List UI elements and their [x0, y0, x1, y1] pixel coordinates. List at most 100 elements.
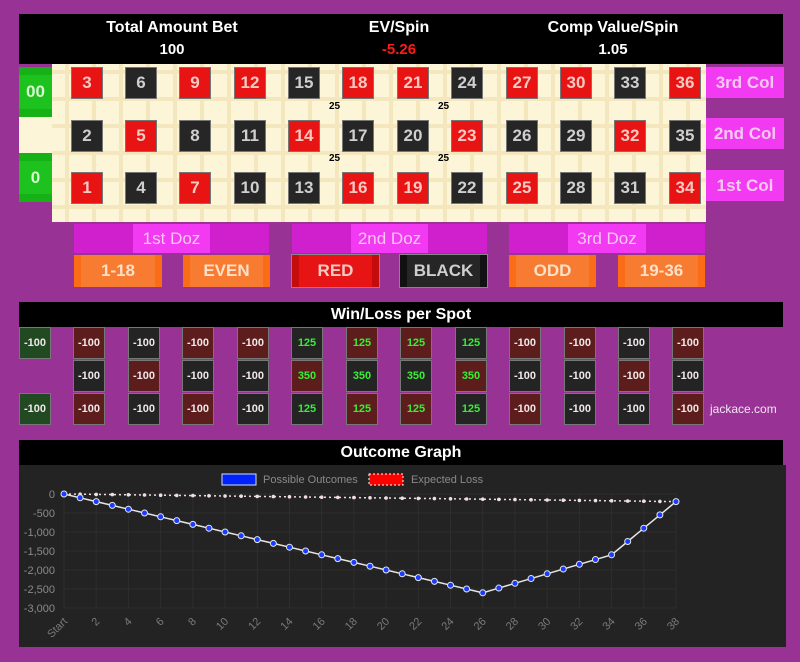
- number-27[interactable]: 27: [506, 67, 538, 99]
- number-33[interactable]: 33: [614, 67, 646, 99]
- winloss-cell-0: -100: [19, 393, 51, 425]
- x-tick-label: 14: [278, 616, 295, 633]
- number-32[interactable]: 32: [614, 120, 646, 152]
- bet-even[interactable]: EVEN: [183, 255, 270, 287]
- x-tick-label: 16: [311, 616, 328, 633]
- number-17[interactable]: 17: [342, 120, 374, 152]
- possible-outcomes-point: [463, 585, 471, 593]
- number-14[interactable]: 14: [288, 120, 320, 152]
- possible-outcomes-point: [543, 570, 551, 578]
- number-1[interactable]: 1: [71, 172, 103, 204]
- expected-loss-point: [480, 497, 485, 501]
- x-tick-label: 8: [186, 616, 199, 629]
- number-12[interactable]: 12: [234, 67, 266, 99]
- zero-double-pocket[interactable]: 00: [19, 67, 52, 117]
- possible-outcomes-point: [350, 558, 358, 566]
- number-9[interactable]: 9: [179, 67, 211, 99]
- bet-1-18[interactable]: 1-18: [74, 255, 162, 287]
- possible-outcomes-point: [640, 524, 648, 532]
- winloss-cell: -100: [73, 327, 105, 359]
- x-tick-label: 6: [154, 616, 167, 629]
- number-3[interactable]: 3: [71, 67, 103, 99]
- bet-odd[interactable]: ODD: [509, 255, 596, 287]
- number-16[interactable]: 16: [342, 172, 374, 204]
- number-31[interactable]: 31: [614, 172, 646, 204]
- x-tick-label: 28: [504, 616, 521, 633]
- number-22[interactable]: 22: [451, 172, 483, 204]
- total-bet-stat: Total Amount Bet 100: [47, 14, 297, 58]
- number-4[interactable]: 4: [125, 172, 157, 204]
- winloss-cell: -100: [509, 393, 541, 425]
- ev-stat: EV/Spin -5.26: [274, 14, 524, 58]
- number-11[interactable]: 11: [234, 120, 266, 152]
- possible-outcomes-point: [157, 513, 165, 521]
- possible-outcomes-point: [511, 579, 519, 587]
- possible-outcomes-point: [430, 577, 438, 585]
- column-bet-1[interactable]: 1st Col: [706, 170, 784, 201]
- number-23[interactable]: 23: [451, 120, 483, 152]
- dozen-1-area[interactable]: 1st Doz: [74, 224, 269, 253]
- expected-loss-point: [319, 495, 324, 499]
- number-34[interactable]: 34: [669, 172, 701, 204]
- column-bet-2[interactable]: 2nd Col: [706, 118, 784, 149]
- x-tick-label: 36: [633, 616, 650, 633]
- number-35[interactable]: 35: [669, 120, 701, 152]
- zero-pocket[interactable]: 0: [19, 153, 52, 202]
- site-credit: jackace.com: [710, 402, 777, 416]
- number-20[interactable]: 20: [397, 120, 429, 152]
- expected-loss-point: [174, 493, 179, 498]
- number-5[interactable]: 5: [125, 120, 157, 152]
- number-7[interactable]: 7: [179, 172, 211, 204]
- possible-outcomes-point: [205, 524, 213, 532]
- possible-outcomes-point: [285, 543, 293, 551]
- possible-outcomes-point: [124, 505, 132, 513]
- number-24[interactable]: 24: [451, 67, 483, 99]
- bet-black[interactable]: BLACK: [399, 254, 488, 288]
- number-2[interactable]: 2: [71, 120, 103, 152]
- number-29[interactable]: 29: [560, 120, 592, 152]
- possible-outcomes-point: [527, 575, 535, 583]
- possible-outcomes-point: [479, 589, 487, 597]
- number-26[interactable]: 26: [506, 120, 538, 152]
- expected-loss-point: [191, 493, 195, 498]
- bet-19-36[interactable]: 19-36: [618, 255, 705, 287]
- winloss-cell: 125: [291, 393, 323, 425]
- number-8[interactable]: 8: [179, 120, 211, 152]
- winloss-cell: -100: [564, 393, 596, 425]
- number-25[interactable]: 25: [506, 172, 538, 204]
- number-10[interactable]: 10: [234, 172, 266, 204]
- graph-title: Outcome Graph: [19, 440, 783, 465]
- outcome-graph: 0 -500 -1,000 -1,500 -2,000 -2,500 -3,000 Start…: [19, 465, 786, 647]
- number-21[interactable]: 21: [397, 67, 429, 99]
- x-tick-label: 20: [375, 616, 392, 633]
- winloss-title: Win/Loss per Spot: [19, 302, 783, 327]
- possible-outcomes-point: [189, 520, 197, 528]
- number-15[interactable]: 15: [288, 67, 320, 99]
- expected-loss-point: [545, 498, 549, 502]
- column-bet-3[interactable]: 3rd Col: [706, 67, 784, 98]
- number-36[interactable]: 36: [669, 67, 701, 99]
- winloss-cell-00: -100: [19, 327, 51, 359]
- winloss-cell: -100: [128, 393, 160, 425]
- number-30[interactable]: 30: [560, 67, 592, 99]
- winloss-cell: -100: [564, 360, 596, 392]
- winloss-cell: -100: [672, 327, 704, 359]
- number-19[interactable]: 19: [397, 172, 429, 204]
- bet-red[interactable]: RED: [291, 254, 380, 288]
- dozen-3-area[interactable]: 3rd Doz: [509, 224, 705, 253]
- dozen-2-area[interactable]: 2nd Doz: [292, 224, 487, 253]
- number-13[interactable]: 13: [288, 172, 320, 204]
- outcome-chart: 0 -500 -1,000 -1,500 -2,000 -2,500 -3,000Start…: [24, 473, 682, 641]
- expected-loss-point: [497, 497, 501, 502]
- winloss-cell: 125: [346, 393, 378, 425]
- number-28[interactable]: 28: [560, 172, 592, 204]
- winloss-cell: -100: [618, 360, 650, 392]
- total-bet-label: Total Amount Bet: [106, 19, 238, 36]
- expected-loss-point: [94, 492, 99, 497]
- x-tick-label: 30: [536, 616, 553, 633]
- number-18[interactable]: 18: [342, 67, 374, 99]
- expected-loss-point: [110, 492, 115, 497]
- number-6[interactable]: 6: [125, 67, 157, 99]
- x-tick-label: 32: [568, 616, 585, 633]
- possible-outcomes-point: [253, 536, 261, 544]
